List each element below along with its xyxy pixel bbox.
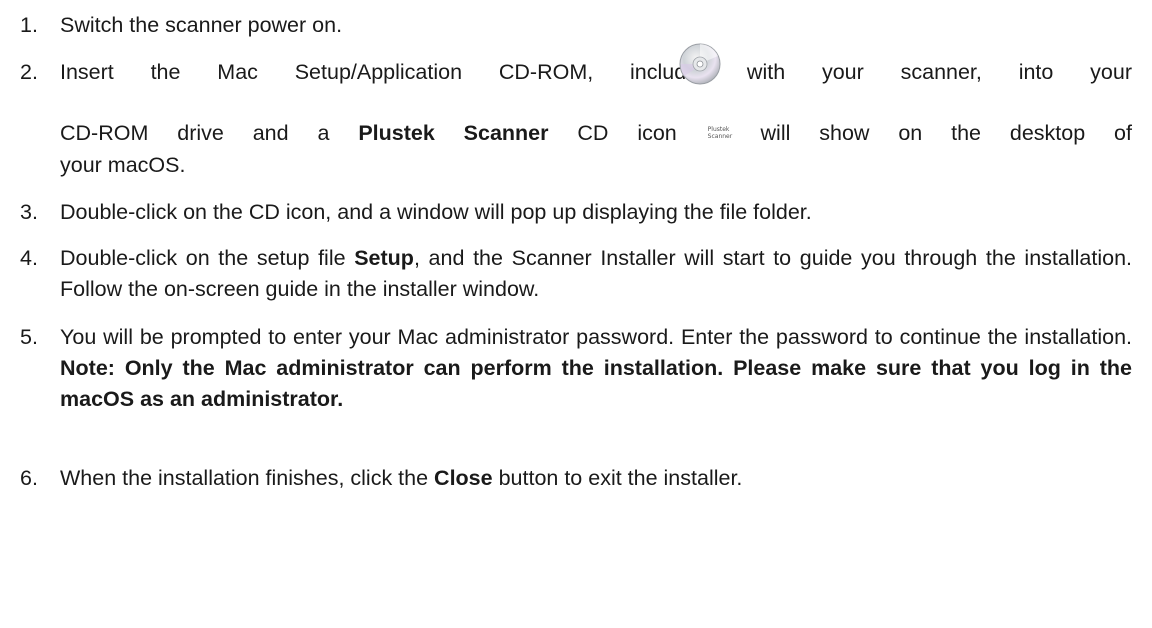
step-text-line-1: Insert the Mac Setup/Application CD-ROM,… xyxy=(60,60,1132,84)
step-number: 1. xyxy=(20,13,38,37)
step-number: 4. xyxy=(20,246,38,270)
step-text-line-2: CD-ROM drive and a Plustek Scanner CD ic… xyxy=(60,121,1132,145)
plustek-scanner-label: Plustek Scanner xyxy=(358,121,549,145)
step-text: Double-click on the setup file Setup, an… xyxy=(60,246,1132,301)
administrator-note: Note: Only the Mac administrator can per… xyxy=(60,356,1132,411)
instruction-page: 1. Switch the scanner power on. 2. Inser… xyxy=(0,0,1152,628)
step-number: 2. xyxy=(20,60,38,84)
step-text: You will be prompted to enter your Mac a… xyxy=(60,325,1132,411)
step-text: Switch the scanner power on. xyxy=(60,13,343,37)
setup-file-label: Setup xyxy=(354,246,414,270)
step-text-line-3: your macOS. xyxy=(60,153,186,177)
plustek-scanner-icon: Plustek Scanner xyxy=(707,126,733,140)
step-text: Double-click on the CD icon, and a windo… xyxy=(60,200,812,224)
step-number: 6. xyxy=(20,466,38,490)
step-number: 3. xyxy=(20,200,38,224)
step-text: When the installation finishes, click th… xyxy=(60,466,743,490)
cd-disc-icon xyxy=(679,43,721,85)
step-number: 5. xyxy=(20,325,38,349)
close-button-label: Close xyxy=(434,466,493,490)
